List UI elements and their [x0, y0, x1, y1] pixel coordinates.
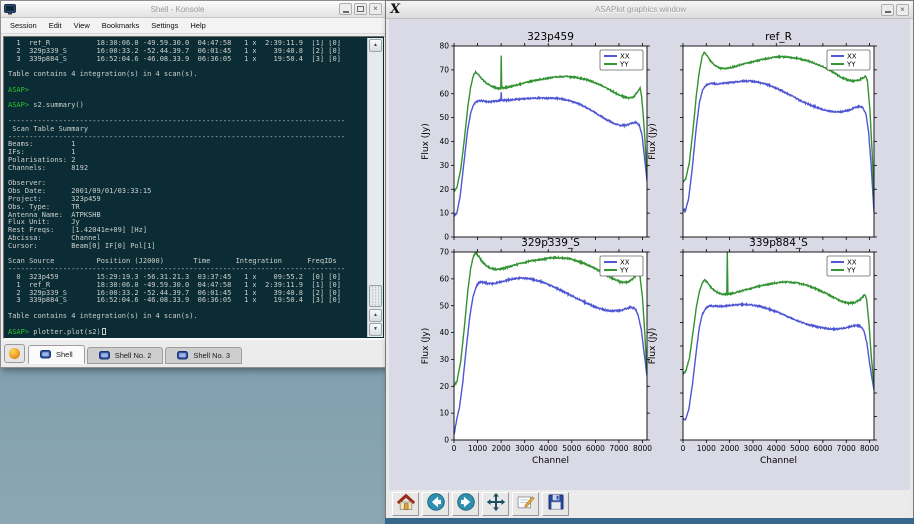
x-tick-label: 4000	[767, 444, 786, 453]
x-tick-label: 2000	[720, 444, 739, 453]
scrollbar-up-button-2[interactable]: ▲	[369, 309, 382, 322]
x-axis-label: Channel	[760, 456, 797, 466]
x-tick-label: 3000	[743, 444, 762, 453]
minimize-button[interactable]	[339, 3, 352, 15]
x-tick-label: 8000	[860, 444, 879, 453]
x-tick-label: 5000	[790, 444, 809, 453]
scrollbar-thumb[interactable]	[369, 285, 382, 307]
forward-icon	[456, 492, 476, 517]
terminal-line: Table contains 4 integration(s) in 4 sca…	[8, 313, 366, 321]
asaplot-window: X ASAPlot graphics window × 010203040506…	[385, 0, 914, 519]
konsole-menubar: Session Edit View Bookmarks Settings Help	[1, 18, 385, 34]
konsole-tabbar: Shell Shell No. 2 Shell No. 3	[1, 339, 385, 367]
menu-item-settings[interactable]: Settings	[151, 21, 178, 30]
terminal-line: 3 339p884_S 16:52:04.6 -46.08.33.9 06:36…	[8, 56, 366, 64]
asaplot-window-title: ASAPlot graphics window	[400, 5, 881, 14]
subplot-339p884_S: 0 1000 2000 3000 4000 5000 6000 7000 8000 339p884…	[389, 19, 910, 490]
minimize-button[interactable]	[881, 4, 894, 16]
tab-label: Shell	[56, 350, 73, 359]
scrollbar-down-button[interactable]: ▼	[369, 323, 382, 336]
tab-shell[interactable]: Shell	[28, 345, 85, 364]
shell-tab-icon	[177, 351, 188, 360]
x11-logo-icon: X	[389, 2, 401, 17]
legend-label-YY: YY	[846, 267, 856, 275]
x-tick-label: 7000	[837, 444, 856, 453]
asap-prompt: ASAP>	[8, 86, 29, 94]
menu-item-view[interactable]: View	[74, 21, 90, 30]
asap-prompt: ASAP>	[8, 101, 29, 109]
tab-label: Shell No. 2	[115, 351, 152, 360]
menu-item-bookmarks[interactable]: Bookmarks	[102, 21, 140, 30]
tab-shell-no-2[interactable]: Shell No. 2	[87, 347, 164, 364]
close-button[interactable]: ×	[896, 4, 909, 16]
terminal-scrollbar[interactable]: ▲ ▲ ▼	[367, 38, 383, 337]
terminal-line: Cursor: Beam[0] IF[0] Pol[1]	[8, 243, 366, 251]
pan-button[interactable]	[482, 492, 509, 516]
new-session-button[interactable]	[4, 344, 25, 363]
terminal-output[interactable]: 1 ref_R 18:30:06.0 -49.59.30.0 04:47:58 …	[8, 40, 366, 337]
legend-label-XX: XX	[847, 259, 857, 267]
menu-item-help[interactable]: Help	[190, 21, 205, 30]
shell-tab-icon	[40, 350, 51, 359]
save-figure-button[interactable]	[542, 492, 569, 516]
plot-title: 339p884_S	[749, 237, 808, 249]
terminal-line: 3 339p884_S 16:52:04.6 -46.08.33.9 06:36…	[8, 297, 366, 305]
terminal-line: ASAP> s2.summary()	[8, 102, 366, 110]
configure-subplots-button[interactable]	[512, 492, 539, 516]
close-button[interactable]: ×	[369, 3, 382, 15]
tab-shell-no-3[interactable]: Shell No. 3	[165, 347, 242, 364]
tab-label: Shell No. 3	[193, 351, 230, 360]
terminal-line: Channels: 8192	[8, 165, 366, 173]
home-icon	[396, 492, 416, 517]
x-tick-label: 1000	[697, 444, 716, 453]
terminal-line: Table contains 4 integration(s) in 4 sca…	[8, 71, 366, 79]
configure-subplots-icon	[516, 492, 536, 517]
shell-tab-icon	[99, 351, 110, 360]
x-tick-label: 6000	[813, 444, 832, 453]
terminal-frame: 1 ref_R 18:30:06.0 -49.59.30.0 04:47:58 …	[3, 36, 385, 339]
menu-item-edit[interactable]: Edit	[49, 21, 62, 30]
figure-canvas[interactable]: 01020304050607080323p459Flux (Jy)Channel…	[389, 19, 910, 490]
back-button[interactable]	[422, 492, 449, 516]
konsole-window-title: Shell - Konsole	[16, 5, 339, 14]
menu-item-session[interactable]: Session	[10, 21, 37, 30]
asap-prompt: ASAP>	[8, 328, 29, 336]
terminal-line	[8, 321, 366, 329]
terminal-cursor	[102, 328, 106, 335]
pan-icon	[486, 492, 506, 517]
forward-button[interactable]	[452, 492, 479, 516]
desktop: { "colors": { "desktop_top": "#6890ab", …	[0, 0, 914, 524]
konsole-window: Shell - Konsole × Session Edit View Bookmar…	[0, 0, 386, 368]
terminal-line: ASAP>	[8, 87, 366, 95]
x-tick-label: 0	[681, 444, 686, 453]
terminal-line	[8, 79, 366, 87]
new-session-icon	[9, 348, 20, 359]
taskbar-edge	[385, 518, 914, 524]
plot-toolbar	[389, 490, 910, 518]
asaplot-titlebar[interactable]: X ASAPlot graphics window ×	[386, 1, 913, 19]
terminal-line: ASAP> plotter.plot(s2)	[8, 328, 366, 337]
y-axis-label: Flux (Jy)	[648, 328, 658, 365]
home-button[interactable]	[392, 492, 419, 516]
scrollbar-up-button[interactable]: ▲	[369, 39, 382, 52]
back-icon	[426, 492, 446, 517]
konsole-titlebar[interactable]: Shell - Konsole ×	[1, 1, 385, 18]
save-figure-icon	[546, 492, 566, 517]
maximize-button[interactable]	[354, 3, 367, 15]
terminal-monitor-icon	[4, 4, 16, 15]
